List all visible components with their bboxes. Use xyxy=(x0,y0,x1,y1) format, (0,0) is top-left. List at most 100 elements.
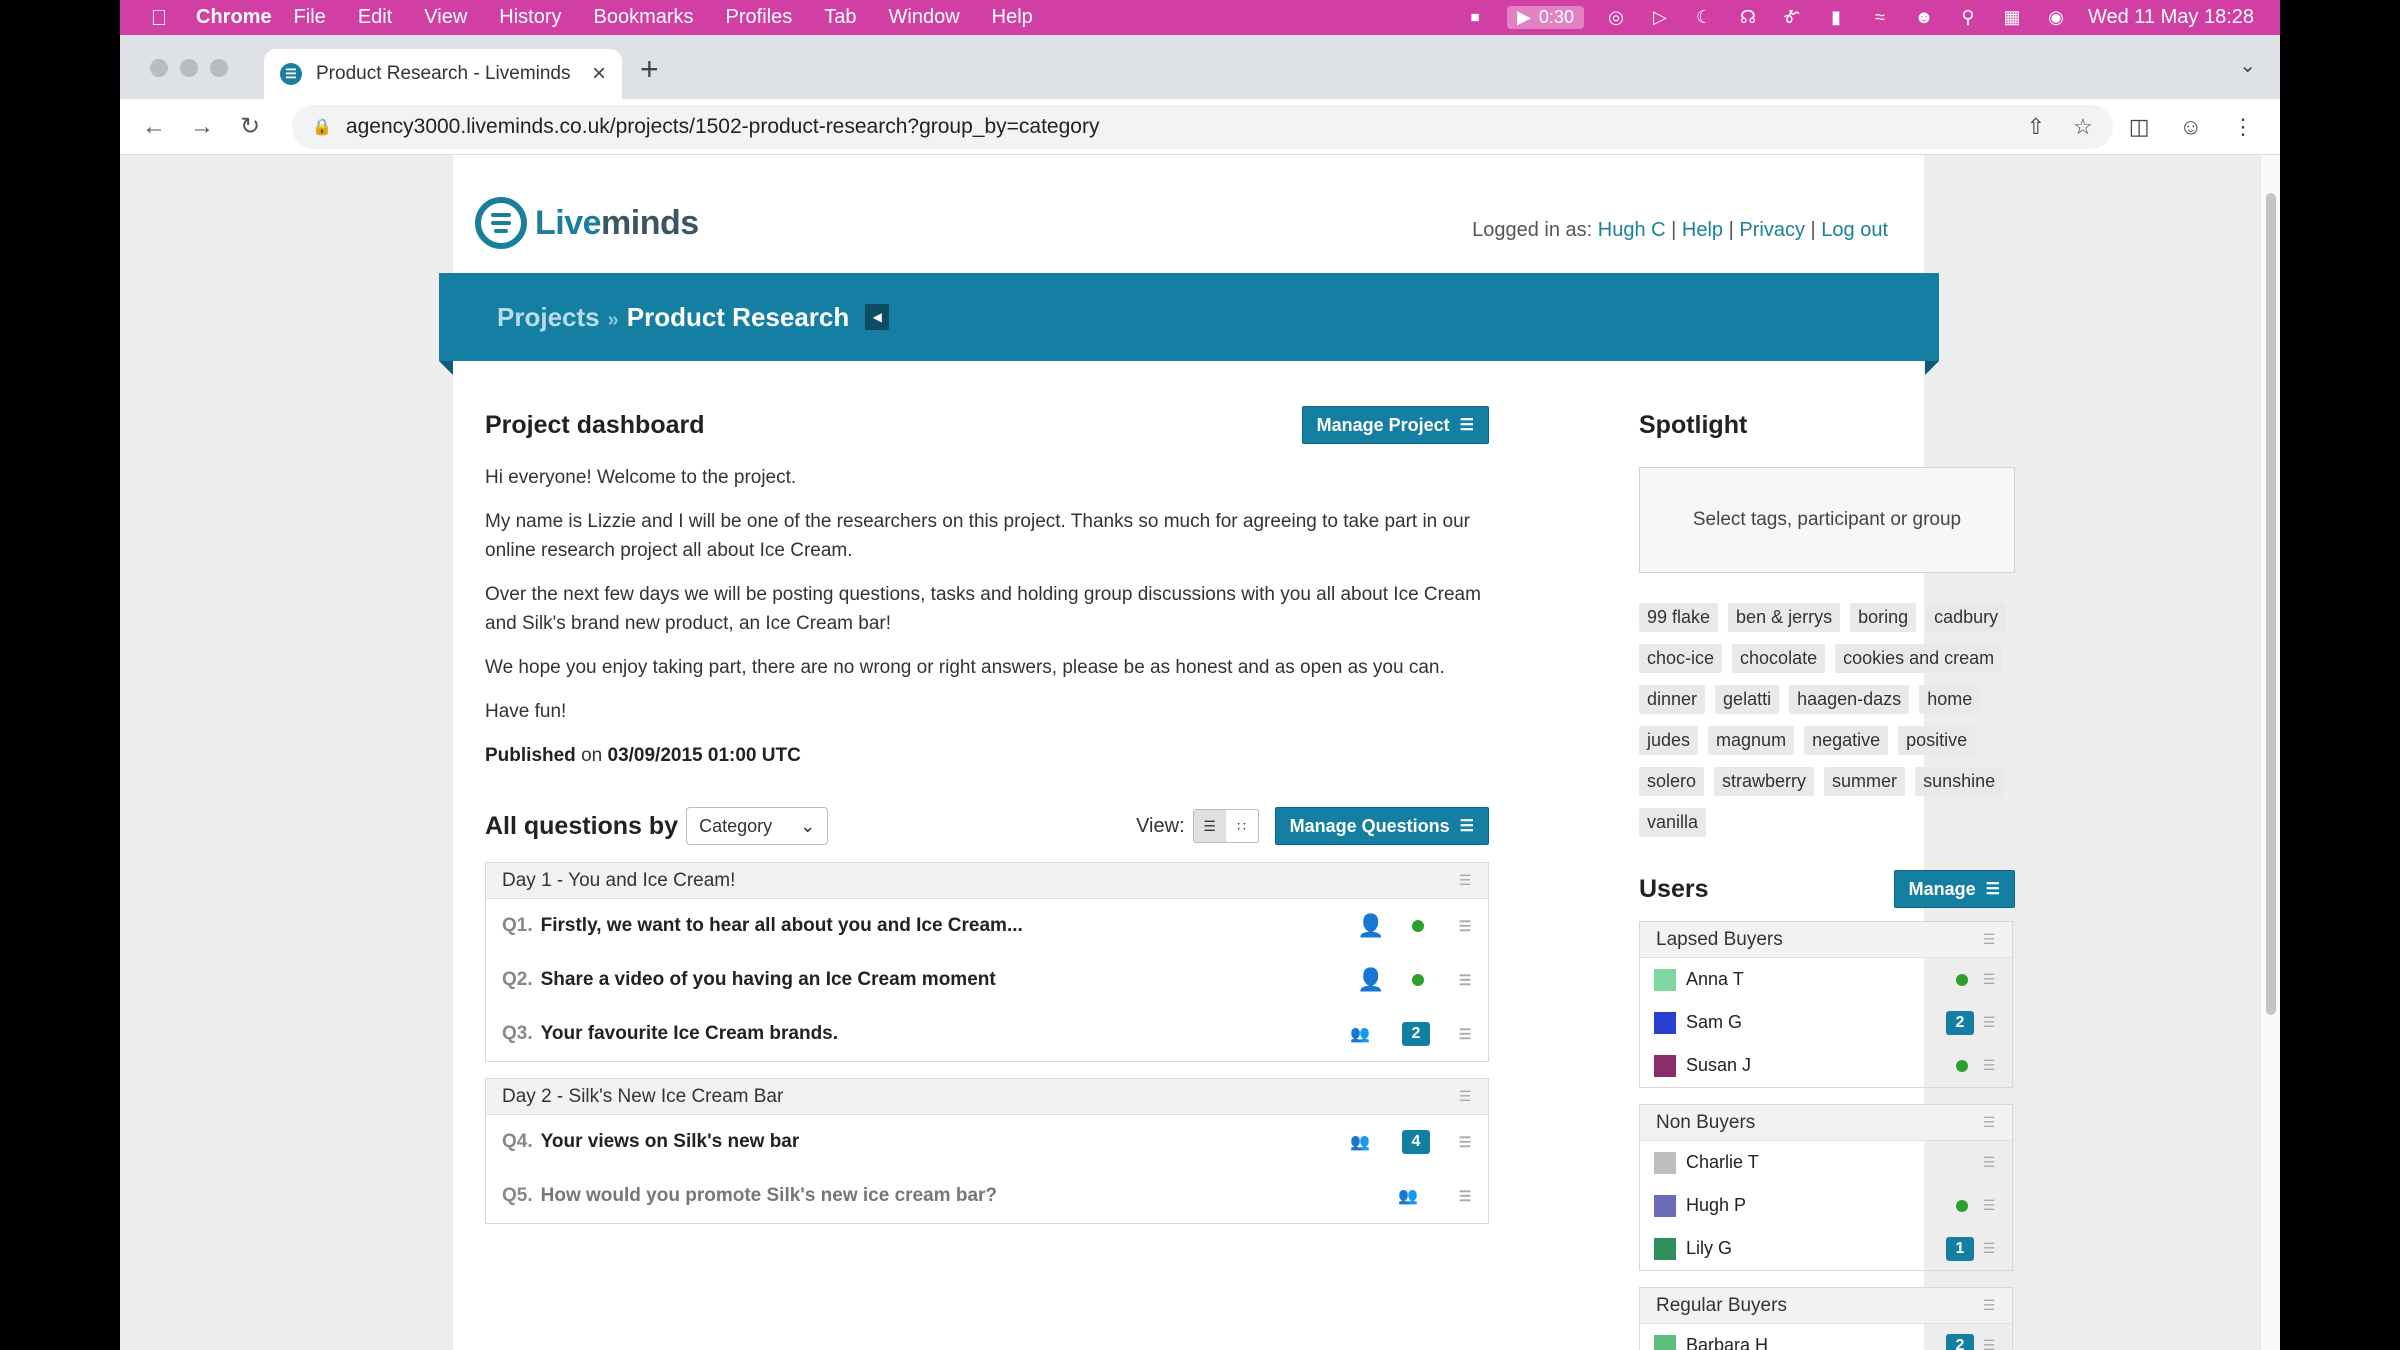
tag-item[interactable]: solero xyxy=(1639,767,1705,796)
new-responses-badge[interactable]: 4 xyxy=(1402,1130,1430,1154)
group-menu-icon[interactable]: ☰ xyxy=(1974,1297,2004,1314)
user-group-header[interactable]: Lapsed Buyers ☰ xyxy=(1640,922,2012,958)
menubar-app-name[interactable]: Chrome xyxy=(196,6,272,29)
menu-tab[interactable]: Tab xyxy=(824,6,856,29)
close-tab-icon[interactable]: × xyxy=(592,60,606,88)
unread-badge[interactable]: 1 xyxy=(1946,1236,1974,1261)
question-group-header[interactable]: Day 2 - Silk's New Ice Cream Bar ☰ xyxy=(486,1079,1488,1115)
user-name[interactable]: Sam G xyxy=(1686,1012,1742,1033)
tab-search-chevron-icon[interactable]: ⌄ xyxy=(2239,53,2256,78)
unread-badge[interactable]: 2 xyxy=(1946,1333,1974,1350)
user-row[interactable]: Lily G 1 ☰ xyxy=(1640,1227,2012,1270)
tag-item[interactable]: 99 flake xyxy=(1639,603,1719,632)
tag-item[interactable]: negative xyxy=(1804,726,1889,755)
menu-window[interactable]: Window xyxy=(889,6,960,29)
group-menu-icon[interactable]: ☰ xyxy=(1974,1114,2004,1131)
headphones-icon[interactable]: ☊ xyxy=(1736,7,1760,28)
question-group-header[interactable]: Day 1 - You and Ice Cream! ☰ xyxy=(486,863,1488,899)
share-icon[interactable]: ⇧ xyxy=(2027,114,2045,140)
tag-item[interactable]: chocolate xyxy=(1732,644,1826,673)
stop-recording-icon[interactable]: ⏹ xyxy=(1463,7,1487,28)
user-menu-icon[interactable]: ☰ xyxy=(1974,1057,2004,1074)
unread-badge[interactable]: 2 xyxy=(1946,1010,1974,1035)
user-row[interactable]: Charlie T ☰ xyxy=(1640,1141,2012,1184)
manage-users-button[interactable]: Manage ☰ xyxy=(1893,870,2015,908)
manage-questions-button[interactable]: Manage Questions ☰ xyxy=(1274,807,1489,845)
creative-cloud-icon[interactable]: ◎ xyxy=(1604,7,1628,28)
question-row[interactable]: Q3. Your favourite Ice Cream brands. 👥 2… xyxy=(486,1007,1488,1061)
user-menu-icon[interactable]: ☰ xyxy=(1974,1240,2004,1257)
tag-item[interactable]: haagen-dazs xyxy=(1789,685,1910,714)
user-row[interactable]: Sam G 2 ☰ xyxy=(1640,1001,2012,1044)
recording-timer[interactable]: ▶ 0:30 xyxy=(1507,6,1584,29)
manage-project-button[interactable]: Manage Project ☰ xyxy=(1301,406,1489,444)
user-row[interactable]: Barbara H 2 ☰ xyxy=(1640,1324,2012,1350)
bookmark-star-icon[interactable]: ☆ xyxy=(2073,114,2093,140)
user-menu-icon[interactable]: ☰ xyxy=(1974,1197,2004,1214)
help-link[interactable]: Help xyxy=(1682,219,1723,241)
new-tab-icon[interactable]: + xyxy=(640,51,659,88)
user-row[interactable]: Hugh P ☰ xyxy=(1640,1184,2012,1227)
user-name[interactable]: Charlie T xyxy=(1686,1152,1759,1173)
question-text[interactable]: How would you promote Silk's new ice cre… xyxy=(541,1185,997,1207)
list-view-icon[interactable]: ☰ xyxy=(1193,810,1226,842)
media-play-icon[interactable]: ▷ xyxy=(1648,7,1672,28)
question-menu-icon[interactable]: ☰ xyxy=(1450,1134,1480,1151)
question-text[interactable]: Firstly, we want to hear all about you a… xyxy=(541,915,1023,937)
question-row[interactable]: Q1. Firstly, we want to hear all about y… xyxy=(486,899,1488,953)
tag-item[interactable]: cadbury xyxy=(1926,603,2007,632)
privacy-link[interactable]: Privacy xyxy=(1739,219,1805,241)
menubar-clock[interactable]: Wed 11 May 18:28 xyxy=(2088,6,2254,29)
user-group-header[interactable]: Regular Buyers ☰ xyxy=(1640,1288,2012,1324)
user-row[interactable]: Anna T ☰ xyxy=(1640,958,2012,1001)
user-menu-icon[interactable]: ☰ xyxy=(1974,971,2004,988)
profile-avatar-icon[interactable]: ☺ xyxy=(2180,114,2202,140)
question-text[interactable]: Your favourite Ice Cream brands. xyxy=(541,1023,838,1045)
siri-icon[interactable]: ◉ xyxy=(2044,7,2068,28)
tag-item[interactable]: strawberry xyxy=(1714,767,1815,796)
tag-item[interactable]: sunshine xyxy=(1915,767,2004,796)
user-name[interactable]: Susan J xyxy=(1686,1055,1751,1076)
menu-view[interactable]: View xyxy=(424,6,467,29)
user-row[interactable]: Susan J ☰ xyxy=(1640,1044,2012,1087)
grid-view-icon[interactable]: ∷ xyxy=(1226,810,1258,842)
apple-icon[interactable]:  xyxy=(142,5,176,31)
user-name[interactable]: Barbara H xyxy=(1686,1335,1768,1350)
menu-file[interactable]: File xyxy=(294,6,326,29)
breadcrumb-projects[interactable]: Projects xyxy=(497,302,600,332)
tag-item[interactable]: ben & jerrys xyxy=(1728,603,1841,632)
battery-icon[interactable]: ▮ xyxy=(1824,7,1848,28)
minimize-window-button[interactable] xyxy=(180,59,198,77)
question-row[interactable]: Q5. How would you promote Silk's new ice… xyxy=(486,1169,1488,1223)
menu-profiles[interactable]: Profiles xyxy=(726,6,793,29)
liveminds-logo[interactable]: Liveminds xyxy=(475,197,699,249)
close-window-button[interactable] xyxy=(150,59,168,77)
tag-item[interactable]: summer xyxy=(1824,767,1906,796)
user-name[interactable]: Hugh P xyxy=(1686,1195,1746,1216)
question-text[interactable]: Your views on Silk's new bar xyxy=(541,1131,800,1153)
question-menu-icon[interactable]: ☰ xyxy=(1450,918,1480,935)
moon-icon[interactable]: ☾ xyxy=(1692,7,1716,28)
user-account-icon[interactable]: ☻ xyxy=(1912,7,1936,28)
question-menu-icon[interactable]: ☰ xyxy=(1450,1188,1480,1205)
forward-arrow-icon[interactable]: → xyxy=(178,113,226,141)
group-by-select[interactable]: Category ⌄ xyxy=(686,807,829,845)
menu-bookmarks[interactable]: Bookmarks xyxy=(594,6,694,29)
wifi-icon[interactable]: ≈ xyxy=(1868,7,1892,28)
user-name[interactable]: Anna T xyxy=(1686,969,1744,990)
new-responses-badge[interactable]: 2 xyxy=(1402,1022,1430,1046)
tag-item[interactable]: dinner xyxy=(1639,685,1706,714)
user-menu-icon[interactable]: ☰ xyxy=(1974,1154,2004,1171)
question-row[interactable]: Q2. Share a video of you having an Ice C… xyxy=(486,953,1488,1007)
chrome-menu-icon[interactable]: ⋮ xyxy=(2232,114,2254,140)
address-bar[interactable]: 🔒 agency3000.liveminds.co.uk/projects/15… xyxy=(292,104,2113,149)
browser-tab-active[interactable]: ☰ Product Research - Liveminds × xyxy=(264,49,622,99)
tag-item[interactable]: cookies and cream xyxy=(1835,644,2003,673)
scrollbar-thumb[interactable] xyxy=(2266,193,2276,1015)
logout-link[interactable]: Log out xyxy=(1821,219,1888,241)
back-arrow-icon[interactable]: ← xyxy=(130,113,178,141)
group-menu-icon[interactable]: ☰ xyxy=(1974,931,2004,948)
user-name[interactable]: Lily G xyxy=(1686,1238,1732,1259)
page-scrollbar[interactable] xyxy=(2260,155,2280,1350)
user-group-header[interactable]: Non Buyers ☰ xyxy=(1640,1105,2012,1141)
